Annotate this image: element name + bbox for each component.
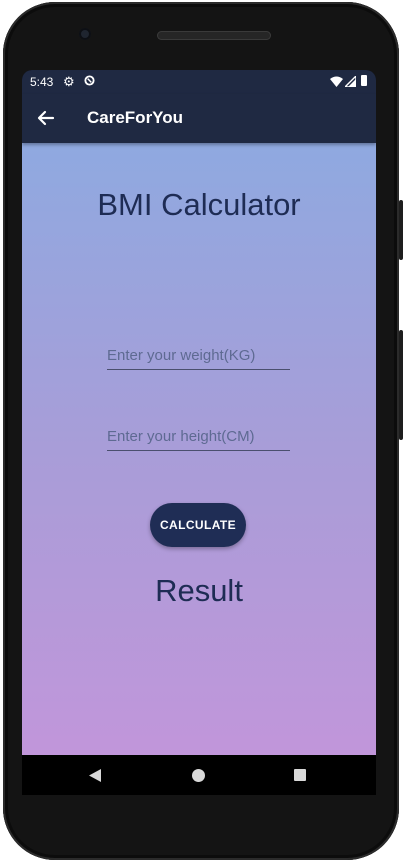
page-title: BMI Calculator (97, 187, 301, 222)
calculate-button[interactable]: CALCULATE (150, 503, 246, 547)
status-bar: 5:43 ⚙ (22, 70, 376, 94)
weight-input[interactable] (107, 342, 290, 369)
result-text: Result (155, 573, 243, 608)
cell-signal-icon (345, 76, 356, 87)
nav-back-icon[interactable] (89, 769, 101, 782)
height-field (107, 423, 290, 451)
nav-home-icon[interactable] (192, 769, 205, 782)
wifi-icon (330, 76, 343, 87)
system-nav-bar (22, 755, 376, 795)
volume-button (399, 330, 403, 440)
weight-field (107, 342, 290, 370)
app-bar: CareForYou (22, 94, 376, 143)
bmi-content: BMI Calculator CALCULATE Result (22, 143, 376, 755)
nav-recents-icon[interactable] (294, 769, 306, 781)
sync-icon (84, 75, 95, 86)
back-arrow-icon[interactable] (36, 108, 56, 128)
phone-frame: 5:43 ⚙ CareForYou BMI Calculator Enter y… (0, 0, 403, 864)
front-camera (79, 28, 91, 40)
app-title: CareForYou (87, 108, 184, 127)
battery-icon (361, 75, 367, 86)
height-input[interactable] (107, 423, 290, 450)
screen: 5:43 ⚙ CareForYou BMI Calculator Enter y… (22, 70, 376, 795)
status-time: 5:43 (30, 75, 54, 89)
power-button (399, 200, 403, 260)
gear-icon: ⚙ (63, 74, 75, 89)
earpiece-speaker (157, 31, 271, 40)
